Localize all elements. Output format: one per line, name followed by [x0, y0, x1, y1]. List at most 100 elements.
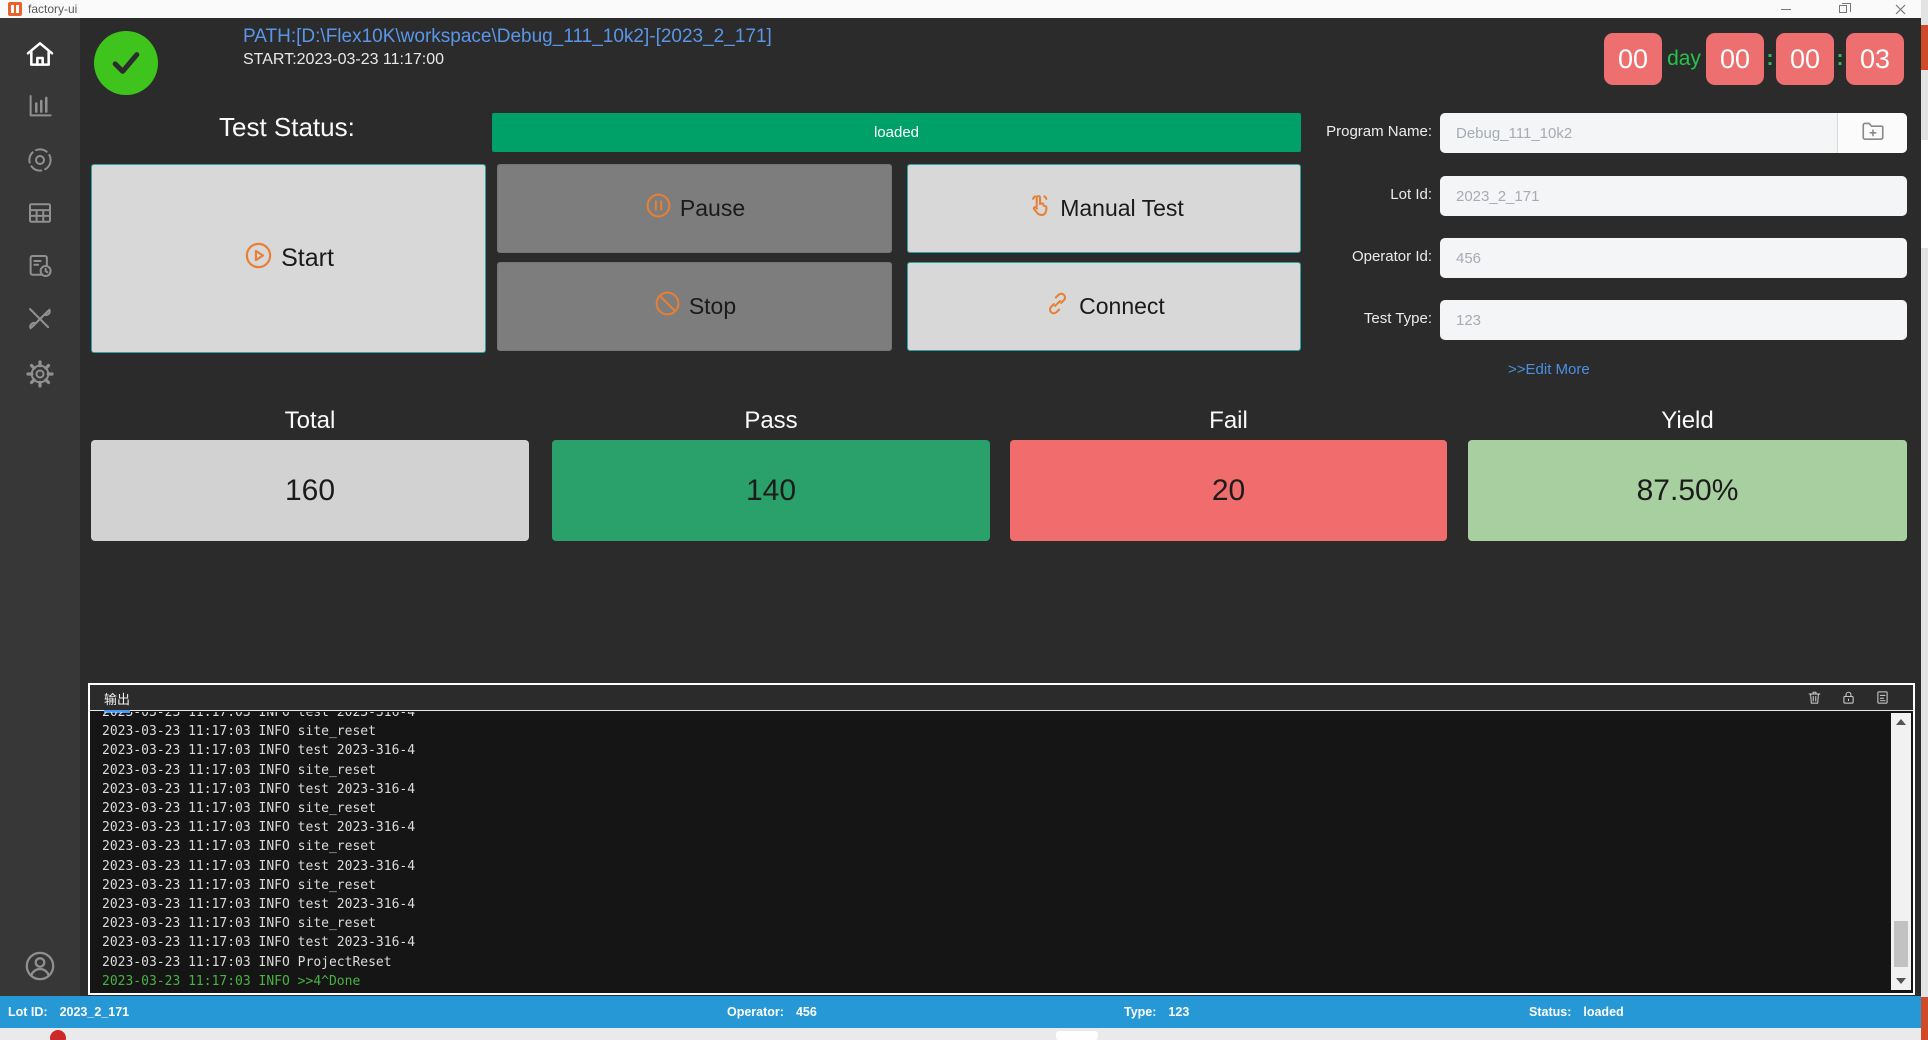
bar-chart-icon: [25, 91, 55, 126]
console-scrollbar[interactable]: [1891, 713, 1911, 990]
titlebar: factory-ui: [0, 0, 1921, 18]
hand-touch-icon: [1024, 191, 1053, 226]
lot-id-input[interactable]: [1440, 176, 1907, 216]
minimize-button[interactable]: [1766, 0, 1806, 18]
stop-button-label: Stop: [689, 293, 736, 320]
log-line: 2023-03-23 11:17:03 INFO test 2023-316-4: [102, 818, 1889, 837]
play-icon: [243, 240, 274, 278]
timer-day-label: day: [1662, 47, 1706, 71]
connect-button[interactable]: Connect: [907, 262, 1301, 351]
program-name-input[interactable]: [1440, 113, 1837, 153]
statusbar-status: Status: loaded: [1529, 996, 1624, 1028]
timer-separator: :: [1764, 47, 1776, 71]
operator-id-label: Operator Id:: [1312, 248, 1432, 265]
start-button-label: Start: [281, 244, 334, 273]
statusbar-lot-id-value: 2023_2_171: [60, 1005, 130, 1019]
taskbar-strip: [0, 1028, 1921, 1040]
test-type-input[interactable]: [1440, 300, 1907, 340]
log-line: 2023-03-23 11:17:03 INFO test 2023-316-4: [102, 895, 1889, 914]
total-label: Total: [91, 407, 529, 435]
sidebar-item-table[interactable]: [22, 197, 58, 233]
scroll-up-icon[interactable]: [1896, 719, 1906, 725]
folder-plus-icon: [1860, 118, 1886, 149]
start-button[interactable]: Start: [91, 164, 486, 353]
fail-value: 20: [1010, 440, 1447, 541]
log-line: 2023-03-23 11:17:03 INFO site_reset: [102, 837, 1889, 856]
statusbar-type: Type: 123: [1124, 996, 1189, 1028]
stop-slash-icon: [653, 289, 682, 324]
maximize-button[interactable]: [1823, 0, 1863, 18]
yield-value: 87.50%: [1468, 440, 1907, 541]
pause-button[interactable]: Pause: [497, 164, 892, 253]
test-status-value: loaded: [492, 113, 1301, 152]
scroll-down-icon[interactable]: [1896, 978, 1906, 984]
timer-minutes: 00: [1776, 33, 1834, 85]
statusbar: Lot ID:2023_2_171 Operator:456 Type:123 …: [0, 996, 1921, 1028]
statusbar-type-value: 123: [1168, 1005, 1189, 1019]
console-log[interactable]: 2023-03-23 11:17:03 INFO test 2023-316-4…: [90, 712, 1889, 993]
pass-value: 140: [552, 440, 990, 541]
timer-seconds: 03: [1846, 33, 1904, 85]
timer-days: 00: [1604, 33, 1662, 85]
statusbar-status-label: Status:: [1529, 1005, 1571, 1019]
sidebar-item-home[interactable]: [22, 38, 58, 74]
sidebar: [0, 18, 80, 996]
lock-icon[interactable]: [1840, 689, 1857, 711]
window-title: factory-ui: [28, 2, 77, 16]
log-line: 2023-03-23 11:17:03 INFO >>4^Done: [102, 972, 1889, 991]
lot-id-label: Lot Id:: [1312, 186, 1432, 203]
browse-program-button[interactable]: [1837, 113, 1907, 153]
log-line: 2023-03-23 11:17:03 INFO site_reset: [102, 876, 1889, 895]
sidebar-item-statistics[interactable]: [22, 90, 58, 126]
taskbar-red-icon: [50, 1030, 66, 1040]
gear-icon: [25, 359, 55, 394]
sidebar-item-tools[interactable]: [22, 303, 58, 339]
output-console: 输出 2023-03-23 11:17:03 INFO test 2023-31…: [88, 683, 1915, 995]
log-line: 2023-03-23 11:17:03 INFO test 2023-316-4: [102, 741, 1889, 760]
external-scrollbar-strip: [1921, 0, 1928, 1040]
sidebar-item-settings[interactable]: [22, 358, 58, 394]
log-line: 2023-03-23 11:17:03 INFO site_reset: [102, 799, 1889, 818]
timer-separator: :: [1834, 47, 1846, 71]
log-lines: 2023-03-23 11:17:03 INFO test 2023-316-4…: [102, 712, 1889, 991]
total-value: 160: [91, 440, 529, 541]
sidebar-item-user[interactable]: [22, 950, 58, 986]
report-clock-icon: [25, 251, 55, 286]
factory-ui-window: factory-ui: [0, 0, 1928, 1040]
close-button[interactable]: [1880, 0, 1920, 18]
console-tab-output[interactable]: 输出: [104, 689, 130, 708]
sidebar-item-disc[interactable]: [22, 144, 58, 180]
stop-button[interactable]: Stop: [497, 262, 892, 351]
statusbar-status-value: loaded: [1583, 1005, 1623, 1019]
log-file-icon[interactable]: [1874, 689, 1891, 711]
status-check-badge: [94, 31, 158, 95]
edit-more-link[interactable]: >>Edit More: [1508, 361, 1590, 378]
log-line: 2023-03-23 11:17:03 INFO site_reset: [102, 761, 1889, 780]
external-scroll-marker-top: [1921, 25, 1928, 70]
statusbar-operator-label: Operator:: [727, 1005, 784, 1019]
sidebar-item-report[interactable]: [22, 250, 58, 286]
log-line: 2023-03-23 11:17:03 INFO test 2023-316-4: [102, 933, 1889, 952]
program-name-field-wrap: [1440, 113, 1907, 153]
manual-test-button[interactable]: Manual Test: [907, 164, 1301, 253]
pass-label: Pass: [552, 407, 990, 435]
timer-hours: 00: [1706, 33, 1764, 85]
test-status-label: Test Status:: [219, 112, 355, 143]
table-icon: [25, 198, 55, 233]
taskbar-pill: [1056, 1031, 1098, 1040]
external-scroll-marker-bottom: [1921, 997, 1928, 1040]
operator-id-input[interactable]: [1440, 238, 1907, 278]
log-line: 2023-03-23 11:17:03 INFO ProjectReset: [102, 953, 1889, 972]
statusbar-type-label: Type:: [1124, 1005, 1156, 1019]
yield-label: Yield: [1468, 407, 1907, 435]
trash-icon[interactable]: [1806, 689, 1823, 711]
pause-button-label: Pause: [680, 195, 745, 222]
disc-icon: [25, 145, 55, 180]
log-line: 2023-03-23 11:17:03 INFO test 2023-316-4: [102, 780, 1889, 799]
start-time-text: START:2023-03-23 11:17:00: [243, 51, 444, 69]
scrollbar-thumb[interactable]: [1894, 921, 1908, 967]
test-type-label: Test Type:: [1312, 310, 1432, 327]
log-line: 2023-03-23 11:17:03 INFO test 2023-316-4: [102, 857, 1889, 876]
link-icon: [1043, 289, 1072, 324]
home-icon: [24, 38, 56, 75]
